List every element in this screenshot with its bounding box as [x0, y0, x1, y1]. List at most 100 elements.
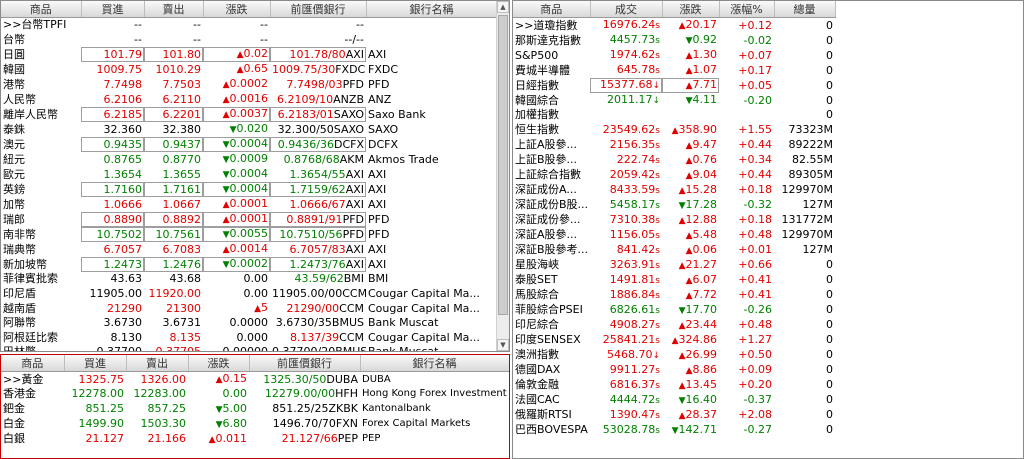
last-price-cell: 3263.91s: [590, 258, 662, 273]
volume: 0: [826, 408, 833, 421]
column-header[interactable]: 總量: [774, 1, 836, 18]
column-header[interactable]: 銀行名稱: [360, 355, 509, 372]
metal-row[interactable]: 香港金 12278.00 12283.00 0.00 12279.00/00HFH Hon…: [1, 387, 509, 402]
index-row[interactable]: 深証成份參... 7310.38s ▲12.88 +0.18 131772M: [513, 213, 835, 228]
index-row[interactable]: 倫敦金融 6816.37s ▲13.45 +0.20 0: [513, 378, 835, 393]
index-name: 深証成份參...: [515, 213, 581, 226]
fx-row[interactable]: 港幣 7.7498 7.7503 ▲0.0002 7.7498/03PFD PFD: [1, 77, 497, 92]
fx-row[interactable]: 澳元 0.9435 0.9437 ▼0.0004 0.9436/36DCFX DCFX: [1, 137, 497, 152]
index-row[interactable]: 澳洲指數 5468.70↓ ▲26.99 +0.50 0: [513, 348, 835, 363]
fx-row[interactable]: 英鎊 1.7160 1.7161 ▼0.0004 1.7159/62AXI AXI: [1, 182, 497, 197]
fx-row[interactable]: 印尼盾 11905.00 11920.00 0.00 11905.00/00CCM Cou…: [1, 287, 497, 302]
fx-row[interactable]: 泰銖 32.360 32.380 ▼0.020 32.300/50SAXO SAXO: [1, 122, 497, 137]
index-row[interactable]: 深証成份B股... 5458.17s ▼17.28 -0.32 127M: [513, 198, 835, 213]
fx-row[interactable]: 南非幣 10.7502 10.7561 ▼0.0055 10.7510/56PFD PFD: [1, 227, 497, 242]
scroll-down-arrow-icon[interactable]: ▼: [497, 339, 509, 351]
index-row[interactable]: 日經指數 15377.68↓ ▲7.71 +0.05 0: [513, 78, 835, 93]
scroll-up-arrow-icon[interactable]: ▲: [497, 1, 509, 13]
index-row[interactable]: 費城半導體 645.78s ▲1.07 +0.17 0: [513, 63, 835, 78]
metal-row[interactable]: >>黃金 1325.75 1326.00 ▲0.15 1325.30/50DUBA DUB…: [1, 372, 509, 388]
index-row[interactable]: 菲股綜合PSEI 6826.61s ▼17.70 -0.26 0: [513, 303, 835, 318]
metals-quote-table[interactable]: 商品 買進 賣出 漲跌 前匯價銀行 銀行名稱 >>黃金 1325.75 1326.00 ▲0.1…: [1, 355, 509, 447]
column-header[interactable]: 漲幅%: [719, 1, 775, 18]
column-header[interactable]: 賣出: [126, 355, 189, 372]
ask-price: 6.2201: [144, 107, 203, 122]
index-row[interactable]: 印度SENSEX 25841.21s ▲324.86 +1.27 0: [513, 333, 835, 348]
fx-row[interactable]: 阿聯幣 3.6730 3.6731 0.0000 3.6730/35BMUS Bank M…: [1, 316, 497, 331]
index-row[interactable]: 德國DAX 9911.27s ▲8.86 +0.09 0: [513, 363, 835, 378]
index-row[interactable]: 恒生指數 23549.62s ▲358.90 +1.55 73323M: [513, 123, 835, 138]
column-header[interactable]: 商品: [1, 355, 65, 372]
index-row[interactable]: 法國CAC 4444.72s ▼16.40 -0.37 0: [513, 393, 835, 408]
index-row[interactable]: 那斯達克指數 4457.73s ▼0.92 -0.02 0: [513, 33, 835, 48]
bank-code: ZKBK: [328, 402, 358, 415]
fx-row[interactable]: 越南盾 21290 21300 ▲5 21290/00CCM Cougar Capital…: [1, 301, 497, 316]
index-row[interactable]: 泰股SET 1491.81s ▲6.07 +0.41 0: [513, 273, 835, 288]
metals-quote-panel[interactable]: 商品 買進 賣出 漲跌 前匯價銀行 銀行名稱 >>黃金 1325.75 1326.00 ▲0.1…: [0, 354, 510, 459]
column-header[interactable]: 前匯價銀行: [270, 1, 367, 18]
change-value: 358.90: [678, 122, 718, 136]
change-cell: ▼0.0004: [203, 167, 270, 182]
change-value: 20.17: [685, 18, 718, 31]
fx-row[interactable]: 加幣 1.0666 1.0667 ▲0.0001 1.0666/67AXI AXI: [1, 197, 497, 212]
volume: 0: [826, 18, 833, 32]
column-header[interactable]: 賣出: [144, 1, 204, 18]
index-row[interactable]: >>道瓊指數 16976.24s ▲20.17 +0.12 0: [513, 18, 835, 34]
column-header[interactable]: 漲跌: [188, 355, 250, 372]
metal-name: 香港金: [3, 387, 36, 401]
last-price-cell: 7310.38s: [590, 213, 662, 228]
fx-row[interactable]: 人民幣 6.2106 6.2110 ▲0.0016 6.2109/10ANZB ANZ: [1, 92, 497, 107]
fx-row[interactable]: 菲律賓批索 43.63 43.68 0.00 43.59/62BMI BMI: [1, 272, 497, 287]
column-header[interactable]: 成交: [590, 1, 663, 18]
volume: 0: [826, 48, 833, 62]
fx-quote-panel[interactable]: 商品 買進 賣出 漲跌 前匯價銀行 銀行名稱 >>台幣TPFI -- -- -- -- 台幣 -- --…: [0, 0, 510, 352]
column-header[interactable]: 銀行名稱: [366, 1, 498, 18]
index-row[interactable]: 馬股綜合 1886.84s ▲7.72 +0.41 0: [513, 288, 835, 303]
fx-row[interactable]: 巴林幣 0.37700 0.37705 0.00000 0.37700/20BMUS Ba…: [1, 345, 497, 351]
change-value: 6.80: [222, 416, 248, 430]
index-name: >>道瓊指數: [515, 18, 578, 32]
column-header[interactable]: 前匯價銀行: [249, 355, 361, 372]
index-row[interactable]: 上証綜合指數 2059.42s ▲9.04 +0.44 89305M: [513, 168, 835, 183]
fx-row[interactable]: 離岸人民幣 6.2185 6.2201 ▲0.0037 6.2183/01SAXO Sax…: [1, 107, 497, 122]
fx-quote-table[interactable]: 商品 買進 賣出 漲跌 前匯價銀行 銀行名稱 >>台幣TPFI -- -- -- -- 台幣 -- --…: [1, 1, 498, 351]
index-row[interactable]: 印尼綜合 4908.27s ▲23.44 +0.48 0: [513, 318, 835, 333]
bid-price: 6.7057: [103, 242, 143, 256]
fx-row[interactable]: 日圓 101.79 101.80 ▲0.02 101.78/80AXI AXI: [1, 47, 497, 62]
index-row[interactable]: 深証B股參考... 841.42s ▲0.06 +0.01 127M: [513, 243, 835, 258]
fx-row[interactable]: 歐元 1.3654 1.3655 ▼0.0004 1.3654/55AXI AXI: [1, 167, 497, 182]
index-row[interactable]: 上証B股參... 222.74s ▲0.76 +0.34 82.55M: [513, 153, 835, 168]
column-header[interactable]: 買進: [81, 1, 145, 18]
last-price-cell: 9911.27s: [590, 363, 662, 378]
column-header[interactable]: 漲跌: [662, 1, 720, 18]
metal-row[interactable]: 白銀 21.127 21.166 ▲0.011 21.127/66PEP PEP: [1, 432, 509, 447]
column-header[interactable]: 漲跌: [203, 1, 271, 18]
index-row[interactable]: 加權指數 0: [513, 108, 835, 123]
index-row[interactable]: 上証A股參... 2156.35s ▲9.47 +0.44 89222M: [513, 138, 835, 153]
fx-row[interactable]: 瑞郎 0.8890 0.8892 ▲0.0001 0.8891/91PFD PFD: [1, 212, 497, 227]
index-row[interactable]: 韓國綜合 2011.17↓ ▼4.11 -0.20 0: [513, 93, 835, 108]
index-row[interactable]: 深証成份A... 8433.59s ▲15.28 +0.18 129970M: [513, 183, 835, 198]
fx-row[interactable]: 瑞典幣 6.7057 6.7083 ▲0.0014 6.7057/83AXI AXI: [1, 242, 497, 257]
column-header[interactable]: 商品: [513, 1, 591, 18]
fx-row[interactable]: >>台幣TPFI -- -- -- --: [1, 18, 497, 33]
metal-row[interactable]: 鈀金 851.25 857.25 ▼5.00 851.25/25ZKBK Kantonal…: [1, 402, 509, 417]
index-quote-table[interactable]: 商品 成交 漲跌 漲幅% 總量 >>道瓊指數 16976.24s ▲20.17 +0.12 0 那…: [513, 1, 836, 438]
index-row[interactable]: 深証A股參... 1156.05s ▲5.48 +0.48 129970M: [513, 228, 835, 243]
fx-row[interactable]: 韓國 1009.75 1010.29 ▲0.65 1009.75/30FXDC FXDC: [1, 62, 497, 77]
fx-vertical-scrollbar[interactable]: ▲ ▼: [496, 1, 509, 351]
fx-row[interactable]: 紐元 0.8765 0.8770 ▼0.0009 0.8768/68AKM Akmos T…: [1, 152, 497, 167]
fx-row[interactable]: 新加坡幣 1.2473 1.2476 ▼0.0002 1.2473/76AXI AXI: [1, 257, 497, 272]
fx-scrollbar-thumb[interactable]: [498, 15, 508, 315]
fx-row[interactable]: 台幣 -- -- -- --/--: [1, 33, 497, 48]
index-row[interactable]: 巴西BOVESPA 53028.78s ▼142.71 -0.27 0: [513, 423, 835, 438]
index-quote-panel[interactable]: 商品 成交 漲跌 漲幅% 總量 >>道瓊指數 16976.24s ▲20.17 +0.12 0 那…: [512, 0, 1024, 459]
fx-row[interactable]: 阿根廷比索 8.130 8.135 0.000 8.137/39CCM Cougar Ca…: [1, 331, 497, 346]
change-cell: 0.00: [188, 387, 249, 402]
metal-row[interactable]: 白金 1499.90 1503.30 ▼6.80 1496.70/70FXN Forex …: [1, 417, 509, 432]
column-header[interactable]: 商品: [1, 1, 82, 18]
index-row[interactable]: 俄羅斯RTSI 1390.47s ▲28.37 +2.08 0: [513, 408, 835, 423]
index-row[interactable]: 星股海峽 3263.91s ▲21.27 +0.66 0: [513, 258, 835, 273]
index-row[interactable]: S&P500 1974.62s ▲1.30 +0.07 0: [513, 48, 835, 63]
column-header[interactable]: 買進: [64, 355, 127, 372]
